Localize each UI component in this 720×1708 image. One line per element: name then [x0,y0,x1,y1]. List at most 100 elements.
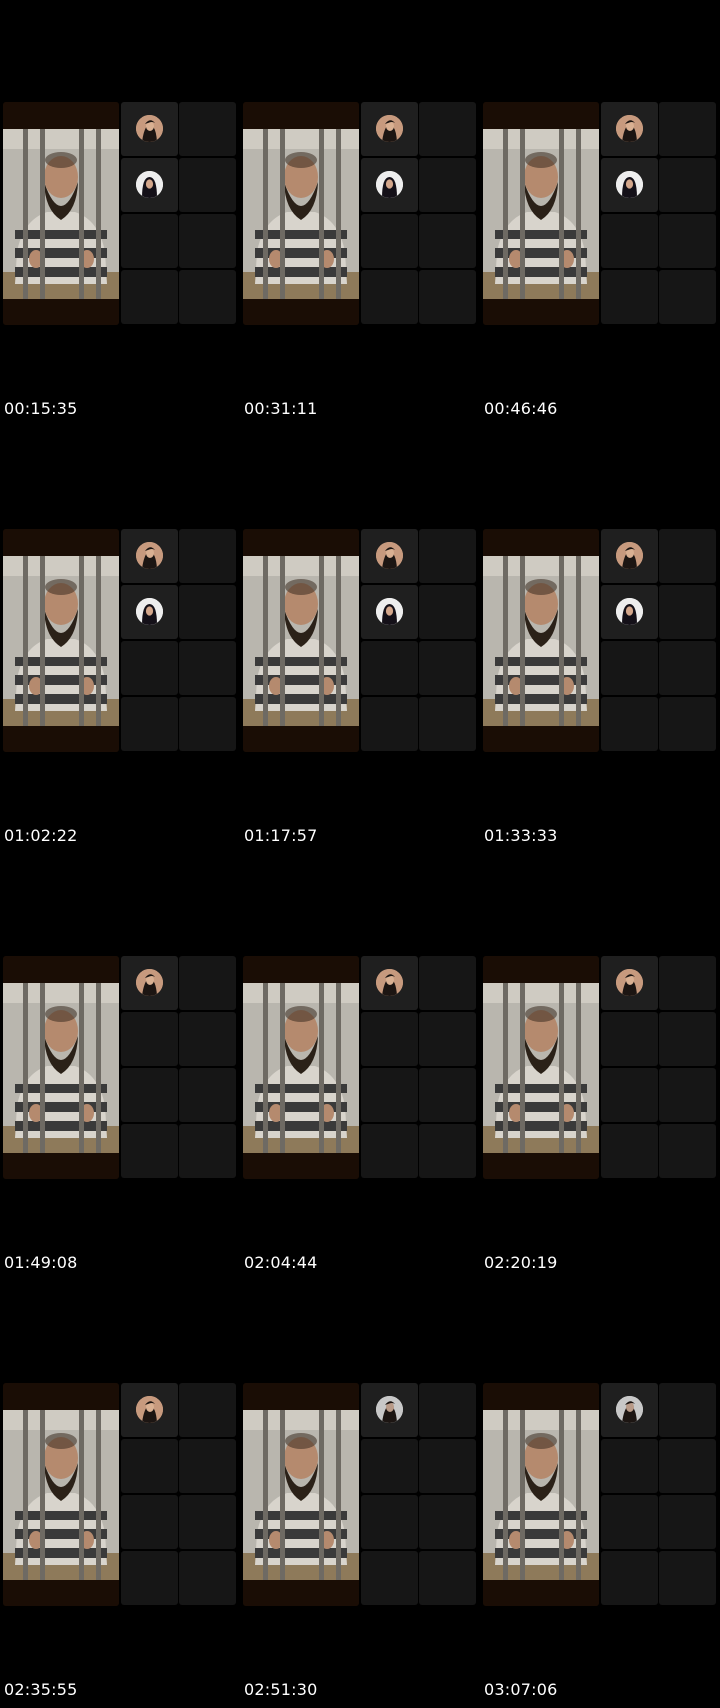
participant-tile [601,1124,658,1178]
participant-tile [601,1551,658,1605]
participant-tile [121,1068,178,1122]
participant-tile [361,529,418,583]
participant-tile [419,270,476,324]
participant-tile [179,1068,236,1122]
participant-tile [601,1068,658,1122]
frame-timestamp: 02:35:55 [4,1680,78,1699]
participant-tile [179,158,236,212]
participant-tile [659,1495,716,1549]
participant-tile [659,1124,716,1178]
participant-tile [419,1495,476,1549]
participant-tile [601,529,658,583]
frame-timestamp: 01:33:33 [484,826,558,845]
participant-tile [601,1383,658,1437]
frame-cell: 02:20:19 [480,854,720,1281]
participant-tile [179,1495,236,1549]
participant-tile [659,158,716,212]
participant-tile [419,1383,476,1437]
participant-tile [659,1012,716,1066]
participant-tile [659,214,716,268]
prisoner-portrait-image [243,956,359,1179]
participant-avatar-icon [136,598,163,625]
participant-tile [121,1551,178,1605]
participant-tile [601,158,658,212]
participant-tile [659,585,716,639]
participant-avatar-icon [616,115,643,142]
participant-avatar-icon [376,115,403,142]
frame-cell: 01:33:33 [480,427,720,854]
participant-tile [659,697,716,751]
participant-avatar-icon [616,171,643,198]
frame-cell: 00:46:46 [480,0,720,427]
participant-tile [419,956,476,1010]
participant-tile [659,641,716,695]
participant-tile [601,214,658,268]
frame-timestamp: 00:46:46 [484,399,558,418]
participant-tile [601,270,658,324]
participant-tile [601,641,658,695]
participant-tile [659,270,716,324]
participant-tile [179,1551,236,1605]
prisoner-portrait-image [483,956,599,1179]
participant-tile [361,270,418,324]
participant-avatar-icon [136,969,163,996]
frame-cell: 03:07:06 [480,1281,720,1708]
participant-tile [121,641,178,695]
participant-tile [361,102,418,156]
participant-tile [121,1495,178,1549]
participant-tile [659,1383,716,1437]
frame-cell: 01:02:22 [0,427,240,854]
prisoner-portrait-image [483,102,599,325]
participant-tile [121,158,178,212]
participant-tile [121,697,178,751]
participant-tile [601,102,658,156]
participant-avatar-icon [376,542,403,569]
participant-tile [179,1383,236,1437]
participant-tile [179,641,236,695]
frame-timestamp: 02:51:30 [244,1680,318,1699]
participant-tile [659,102,716,156]
participant-tile [659,956,716,1010]
participant-tile [121,956,178,1010]
participant-tile [179,270,236,324]
participant-tile [361,697,418,751]
participant-tile [361,956,418,1010]
frame-cell: 01:17:57 [240,427,480,854]
participant-tile [419,1012,476,1066]
prisoner-portrait-image [3,102,119,325]
frame-cell: 02:35:55 [0,1281,240,1708]
participant-tile [361,1124,418,1178]
prisoner-portrait-image [3,1383,119,1606]
prisoner-portrait-image [243,529,359,752]
prisoner-portrait-image [3,956,119,1179]
participant-tile [361,158,418,212]
participant-tile [419,1439,476,1493]
participant-tile [179,102,236,156]
participant-tile [659,1551,716,1605]
participant-tile [121,102,178,156]
participant-avatar-icon [616,1396,643,1423]
participant-avatar-icon [136,115,163,142]
participant-avatar-icon [616,542,643,569]
participant-tile [179,1124,236,1178]
participant-tile [601,1012,658,1066]
participant-tile [361,1383,418,1437]
frame-timestamp: 01:02:22 [4,826,78,845]
participant-tile [601,697,658,751]
participant-tile [121,214,178,268]
participant-tile [361,1439,418,1493]
contact-sheet-grid: 00:15:35 00:31:11 00:46:46 01:02:22 01:17:57… [0,0,720,1708]
participant-avatar-icon [616,598,643,625]
participant-avatar-icon [136,1396,163,1423]
participant-tile [179,585,236,639]
participant-tile [601,956,658,1010]
participant-tile [419,102,476,156]
frame-timestamp: 02:20:19 [484,1253,558,1272]
participant-tile [121,1439,178,1493]
participant-tile [419,697,476,751]
participant-tile [419,1124,476,1178]
participant-tile [179,529,236,583]
frame-timestamp: 03:07:06 [484,1680,558,1699]
participant-tile [601,585,658,639]
frame-timestamp: 01:17:57 [244,826,318,845]
